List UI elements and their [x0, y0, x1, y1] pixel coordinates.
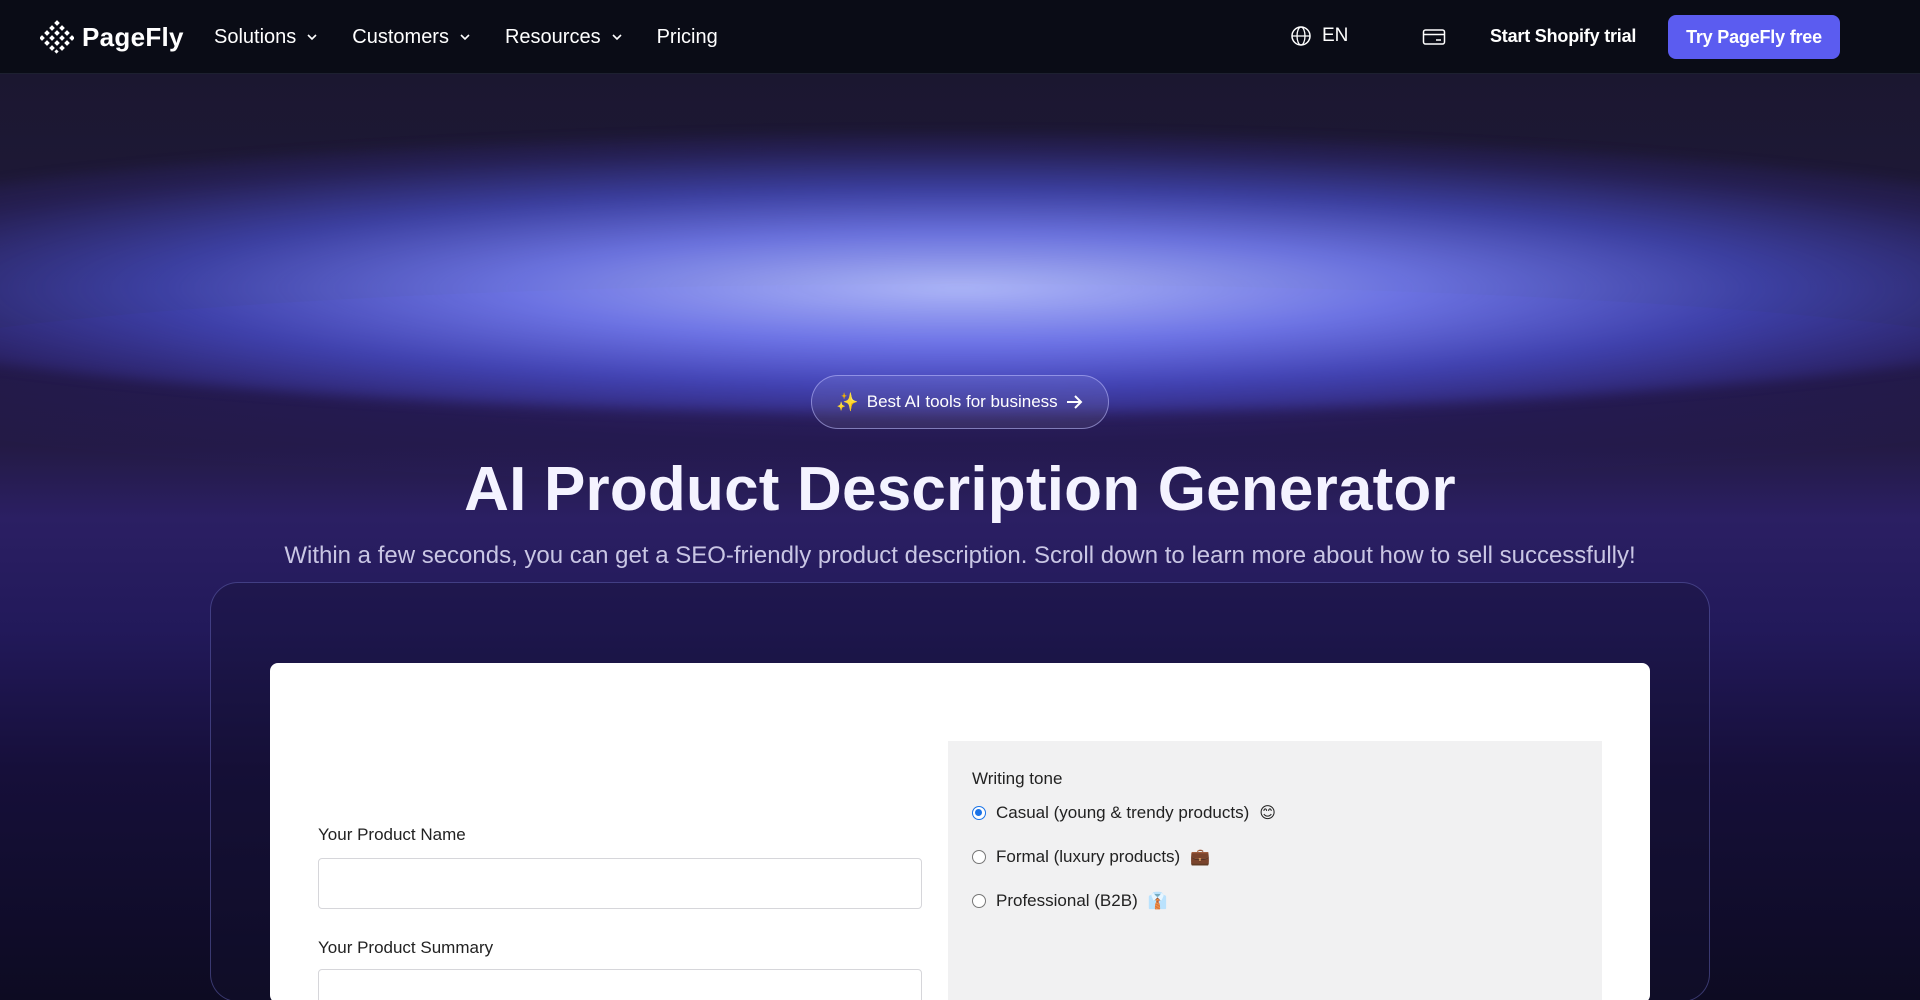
globe-icon [1291, 26, 1311, 46]
briefcase-icon: 💼 [1190, 849, 1211, 866]
tone-professional-radio[interactable] [972, 894, 986, 908]
product-summary-input[interactable] [318, 969, 922, 1000]
nav-customers-label: Customers [352, 25, 449, 48]
hero-glow [0, 134, 1920, 414]
writing-tone-label: Writing tone [972, 769, 1063, 788]
chevron-down-icon [612, 34, 622, 41]
tone-formal-label: Formal (luxury products) [996, 847, 1181, 866]
product-summary-label: Your Product Summary [318, 938, 494, 957]
badge-label: Best AI tools for business [866, 392, 1058, 411]
page-subtitle: Within a few seconds, you can get a SEO-… [284, 542, 1636, 569]
tone-formal-radio[interactable] [972, 850, 986, 864]
smiling-face-icon: 😊 [1259, 805, 1276, 822]
product-name-input[interactable] [318, 858, 922, 909]
ai-tools-badge[interactable]: ✨ Best AI tools for business [811, 375, 1109, 429]
credit-card-icon[interactable] [1422, 27, 1446, 52]
necktie-icon: 👔 [1147, 893, 1168, 910]
page-title: AI Product Description Generator [464, 455, 1456, 524]
nav-resources-label: Resources [504, 25, 601, 48]
nav-pricing[interactable]: Pricing [657, 26, 718, 49]
writing-tone-panel: Writing tone Casual (young & trendy prod… [948, 741, 1602, 1000]
pagefly-logo[interactable]: PageFly [40, 19, 184, 55]
try-pagefly-free-button[interactable]: Try PageFly free [1668, 15, 1840, 59]
generator-form: Your Product Name Your Product Summary W… [270, 663, 1650, 1000]
pagefly-logo-icon [40, 20, 74, 54]
language-selector[interactable]: EN [1290, 25, 1348, 47]
sparkles-icon: ✨ [836, 391, 859, 412]
tone-option-casual[interactable]: Casual (young & trendy products) 😊 [972, 803, 1276, 823]
nav-solutions-label: Solutions [214, 25, 297, 48]
start-shopify-trial-link[interactable]: Start Shopify trial [1490, 26, 1636, 47]
tone-option-professional[interactable]: Professional (B2B) 👔 [972, 891, 1168, 911]
nav-pricing-label: Pricing [656, 25, 718, 48]
tone-casual-label: Casual (young & trendy products) [996, 803, 1250, 822]
arrow-right-icon [1066, 395, 1083, 409]
tone-casual-radio[interactable] [972, 806, 986, 820]
nav-solutions[interactable]: Solutions [214, 26, 318, 49]
chevron-down-icon [460, 34, 470, 41]
top-navbar: PageFly Solutions Customers Resources Pr… [0, 0, 1920, 74]
main-nav-links: Solutions Customers Resources Pricing [214, 0, 752, 74]
nav-customers[interactable]: Customers [352, 26, 471, 49]
logo-text: PageFly [82, 21, 184, 52]
language-label: EN [1322, 25, 1349, 46]
tone-option-formal[interactable]: Formal (luxury products) 💼 [972, 847, 1210, 867]
chevron-down-icon [307, 34, 317, 41]
product-name-label: Your Product Name [318, 825, 466, 844]
nav-resources[interactable]: Resources [505, 26, 623, 49]
tone-professional-label: Professional (B2B) [996, 891, 1138, 910]
